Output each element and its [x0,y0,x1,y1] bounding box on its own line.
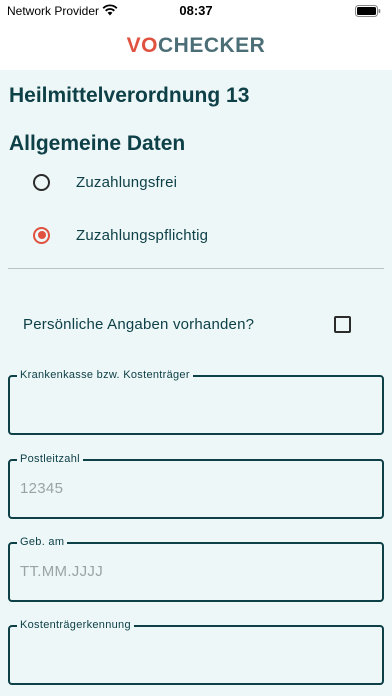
postal-code-field-placeholder: 12345 [20,480,64,497]
radio-zuzahlungspflichtig[interactable]: Zuzahlungspflichtig [33,223,208,247]
radio-label: Zuzahlungspflichtig [76,226,209,244]
insurer-id-field[interactable]: Kostenträgerkennung [8,619,384,685]
app-logo: VOCHECKER [127,34,266,58]
radio-button-unselected[interactable] [33,173,50,191]
section-title: Allgemeine Daten [9,132,186,155]
insurance-field[interactable]: Krankenkasse bzw. Kostenträger [8,369,384,435]
birthdate-field[interactable]: Geb. am TT.MM.JJJJ [8,536,384,602]
form-content[interactable]: Heilmittelverordnung 13 Allgemeine Daten… [0,70,392,696]
personal-data-checkbox[interactable] [334,316,351,333]
birthdate-field-label: Geb. am [17,536,68,548]
logo-text: CHECKER [158,34,266,57]
page-title: Heilmittelverordnung 13 [9,84,250,107]
divider [8,268,384,269]
postal-code-field-label: Postleitzahl [17,453,83,465]
personal-data-label: Persönliche Angaben vorhanden? [23,316,255,333]
insurance-field-label: Krankenkasse bzw. Kostenträger [17,369,193,381]
status-bar: Network Provider 08:37 [0,0,392,22]
radio-button-selected[interactable] [33,226,50,244]
logo-accent: VO [126,34,158,57]
radio-zuzahlungsfrei[interactable]: Zuzahlungsfrei [33,170,177,194]
birthdate-field-placeholder: TT.MM.JJJJ [20,563,103,580]
app-header: VOCHECKER [0,22,392,70]
status-time: 08:37 [179,3,213,18]
radio-label: Zuzahlungsfrei [76,173,178,191]
insurer-id-field-label: Kostenträgerkennung [17,619,134,631]
personal-data-row[interactable]: Persönliche Angaben vorhanden? [23,314,353,336]
battery-icon [355,5,381,17]
postal-code-field[interactable]: Postleitzahl 12345 [8,453,384,519]
